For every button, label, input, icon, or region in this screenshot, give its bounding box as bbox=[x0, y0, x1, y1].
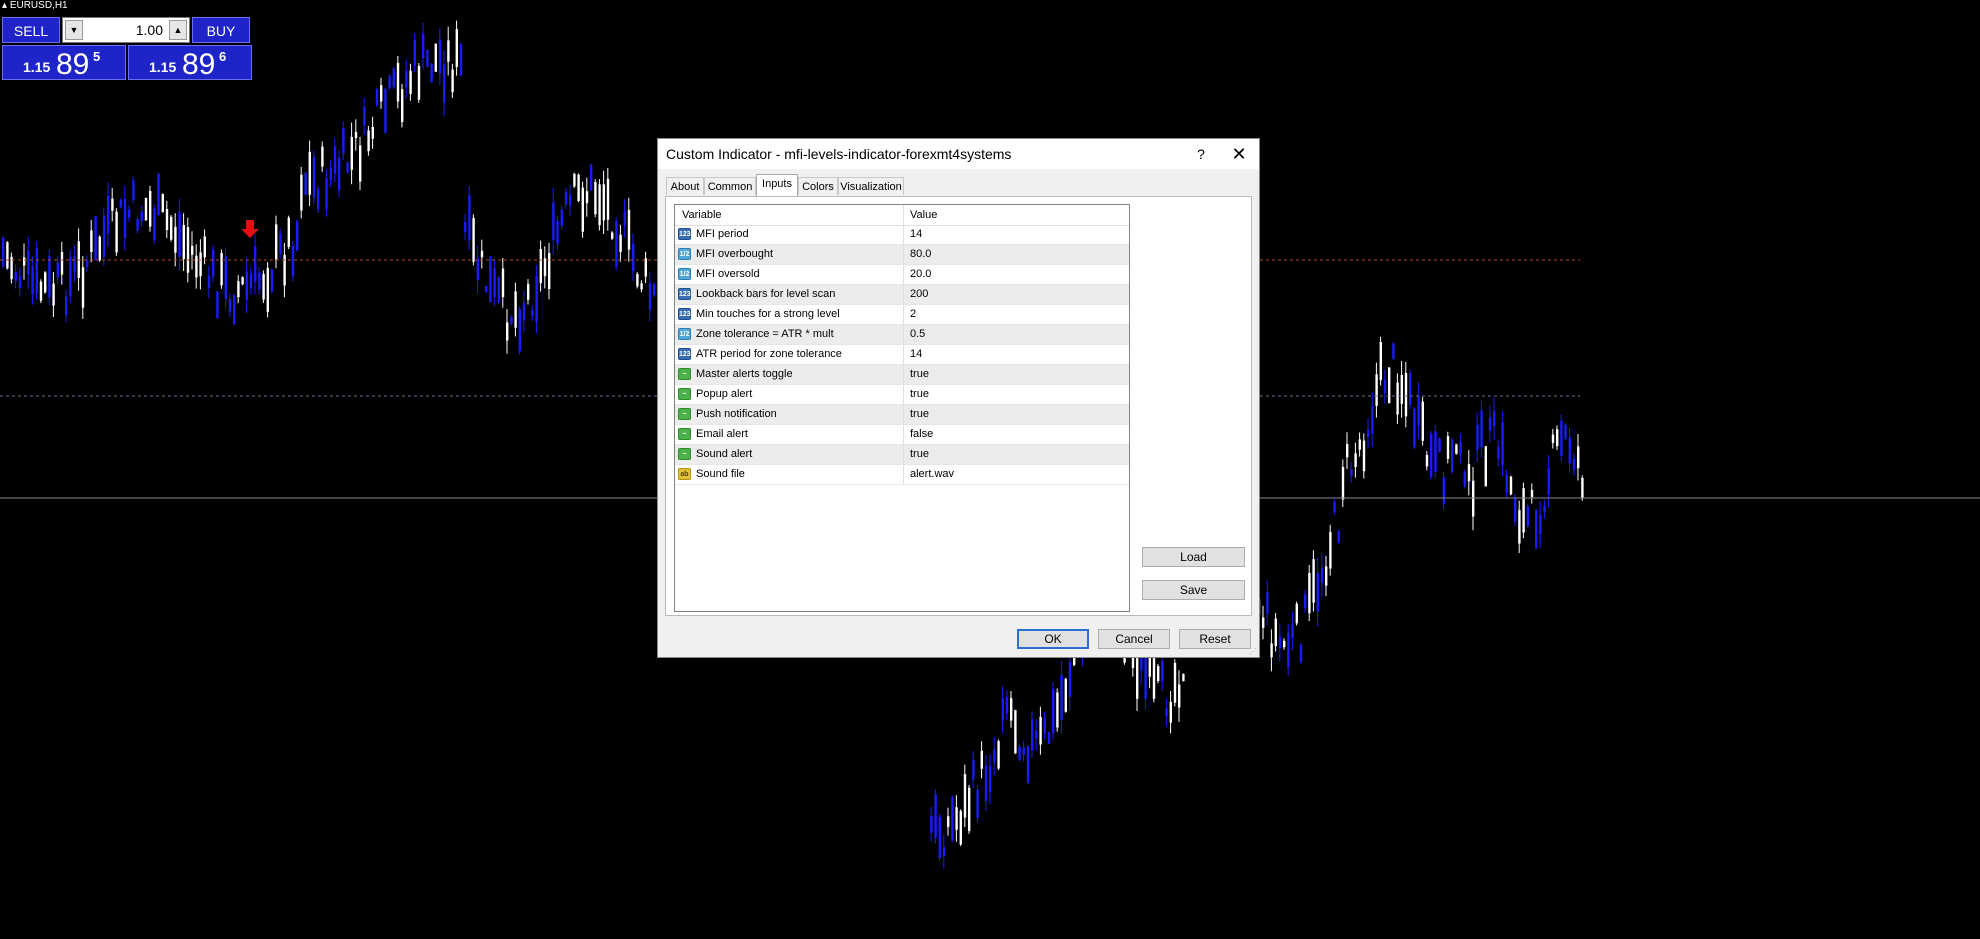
custom-indicator-dialog: Custom Indicator - mfi-levels-indicator-… bbox=[657, 138, 1260, 658]
buy-button[interactable]: BUY bbox=[192, 17, 250, 43]
table-row[interactable]: ~ Sound alert true bbox=[675, 445, 1129, 465]
reset-button[interactable]: Reset bbox=[1179, 629, 1251, 649]
int-type-icon: 123 bbox=[678, 348, 691, 360]
str-type-icon: ab bbox=[678, 468, 691, 480]
buy-price-button[interactable]: 1.15 89 6 bbox=[128, 45, 252, 81]
load-button[interactable]: Load bbox=[1142, 547, 1245, 567]
bool-type-icon: ~ bbox=[678, 388, 691, 400]
variable-value[interactable]: true bbox=[903, 385, 1130, 404]
variable-name: Sound file bbox=[696, 468, 745, 480]
dbl-type-icon: 1/2 bbox=[678, 268, 691, 280]
variable-name: MFI overbought bbox=[696, 248, 774, 260]
dbl-type-icon: 1/2 bbox=[678, 328, 691, 340]
variable-name: Popup alert bbox=[696, 388, 753, 400]
buy-price-fraction: 6 bbox=[219, 49, 227, 64]
buy-price-pips: 89 bbox=[182, 48, 216, 81]
table-row[interactable]: ~ Popup alert true bbox=[675, 385, 1129, 405]
table-row[interactable]: 123 Lookback bars for level scan 200 bbox=[675, 285, 1129, 305]
inputs-grid[interactable]: Variable Value 123 MFI period 14 1/2 MFI ove… bbox=[674, 204, 1130, 612]
dialog-title: Custom Indicator - mfi-levels-indicator-… bbox=[666, 146, 1012, 162]
variable-value[interactable]: 80.0 bbox=[903, 245, 1130, 264]
table-row[interactable]: ~ Email alert false bbox=[675, 425, 1129, 445]
cancel-button[interactable]: Cancel bbox=[1098, 629, 1170, 649]
variable-value[interactable]: 20.0 bbox=[903, 265, 1130, 284]
variable-value[interactable]: true bbox=[903, 365, 1130, 384]
variable-value[interactable]: 14 bbox=[903, 225, 1130, 244]
variable-name: Push notification bbox=[696, 408, 777, 420]
variable-name: ATR period for zone tolerance bbox=[696, 348, 842, 360]
table-row[interactable]: ab Sound file alert.wav bbox=[675, 465, 1129, 485]
bool-type-icon: ~ bbox=[678, 448, 691, 460]
table-row[interactable]: 1/2 MFI oversold 20.0 bbox=[675, 265, 1129, 285]
variable-value[interactable]: true bbox=[903, 405, 1130, 424]
table-row[interactable]: 123 MFI period 14 bbox=[675, 225, 1129, 245]
variable-value[interactable]: alert.wav bbox=[903, 465, 1130, 484]
variable-value[interactable]: 14 bbox=[903, 345, 1130, 364]
tab-about[interactable]: About bbox=[666, 177, 704, 195]
variable-name: Sound alert bbox=[696, 448, 753, 460]
resize-grip-icon[interactable]: ⋰ bbox=[1249, 647, 1257, 656]
table-row[interactable]: 1/2 MFI overbought 80.0 bbox=[675, 245, 1129, 265]
variable-name: Min touches for a strong level bbox=[696, 308, 840, 320]
variable-name: Master alerts toggle bbox=[696, 368, 793, 380]
variable-name: Lookback bars for level scan bbox=[696, 288, 836, 300]
save-button[interactable]: Save bbox=[1142, 580, 1245, 600]
tab-common[interactable]: Common bbox=[704, 177, 756, 195]
variable-value[interactable]: 2 bbox=[903, 305, 1130, 324]
variable-name: Zone tolerance = ATR * mult bbox=[696, 328, 834, 340]
int-type-icon: 123 bbox=[678, 288, 691, 300]
variable-name: MFI period bbox=[696, 228, 749, 240]
bool-type-icon: ~ bbox=[678, 428, 691, 440]
table-row[interactable]: ~ Push notification true bbox=[675, 405, 1129, 425]
grid-header: Variable Value bbox=[675, 205, 1129, 226]
sell-price-button[interactable]: 1.15 89 5 bbox=[2, 45, 126, 81]
inputs-tab-panel: Variable Value 123 MFI period 14 1/2 MFI ove… bbox=[665, 196, 1252, 616]
bool-type-icon: ~ bbox=[678, 408, 691, 420]
tab-inputs[interactable]: Inputs bbox=[756, 174, 798, 196]
bool-type-icon: ~ bbox=[678, 368, 691, 380]
ok-button[interactable]: OK bbox=[1017, 629, 1089, 649]
buy-price-prefix: 1.15 bbox=[149, 59, 177, 75]
variable-name: MFI oversold bbox=[696, 268, 760, 280]
table-row[interactable]: 1/2 Zone tolerance = ATR * mult 0.5 bbox=[675, 325, 1129, 345]
variable-value[interactable]: 200 bbox=[903, 285, 1130, 304]
triangle-up-icon[interactable]: ▲ bbox=[169, 20, 187, 40]
lot-size-input[interactable]: 1.00 bbox=[85, 18, 167, 42]
variable-name: Email alert bbox=[696, 428, 748, 440]
triangle-down-icon[interactable]: ▼ bbox=[65, 20, 83, 40]
table-row[interactable]: 123 ATR period for zone tolerance 14 bbox=[675, 345, 1129, 365]
symbol-text: EURUSD,H1 bbox=[9, 0, 68, 11]
sell-signal-arrow-icon bbox=[241, 220, 259, 238]
chart-symbol-label: ▴ EURUSD,H1 bbox=[2, 0, 68, 11]
table-row[interactable]: ~ Master alerts toggle true bbox=[675, 365, 1129, 385]
table-row[interactable]: 123 Min touches for a strong level 2 bbox=[675, 305, 1129, 325]
column-header-variable[interactable]: Variable bbox=[682, 205, 897, 225]
variable-value[interactable]: 0.5 bbox=[903, 325, 1130, 344]
dialog-titlebar[interactable]: Custom Indicator - mfi-levels-indicator-… bbox=[658, 139, 1259, 169]
one-click-trading-panel: SELL ▼ 1.00 ▲ BUY 1.15 89 5 1.15 89 6 bbox=[2, 17, 252, 81]
tab-visualization[interactable]: Visualization bbox=[838, 177, 904, 195]
help-icon[interactable]: ? bbox=[1186, 143, 1216, 165]
sell-price-fraction: 5 bbox=[93, 49, 101, 64]
sell-price-prefix: 1.15 bbox=[23, 59, 51, 75]
lot-size-stepper[interactable]: ▼ 1.00 ▲ bbox=[62, 17, 190, 43]
close-icon[interactable]: ✕ bbox=[1222, 141, 1256, 167]
sell-price-pips: 89 bbox=[56, 48, 90, 81]
sell-button[interactable]: SELL bbox=[2, 17, 60, 43]
dbl-type-icon: 1/2 bbox=[678, 248, 691, 260]
int-type-icon: 123 bbox=[678, 228, 691, 240]
column-header-value[interactable]: Value bbox=[903, 205, 1130, 225]
variable-value[interactable]: true bbox=[903, 445, 1130, 464]
tab-colors[interactable]: Colors bbox=[798, 177, 838, 195]
int-type-icon: 123 bbox=[678, 308, 691, 320]
variable-value[interactable]: false bbox=[903, 425, 1130, 444]
